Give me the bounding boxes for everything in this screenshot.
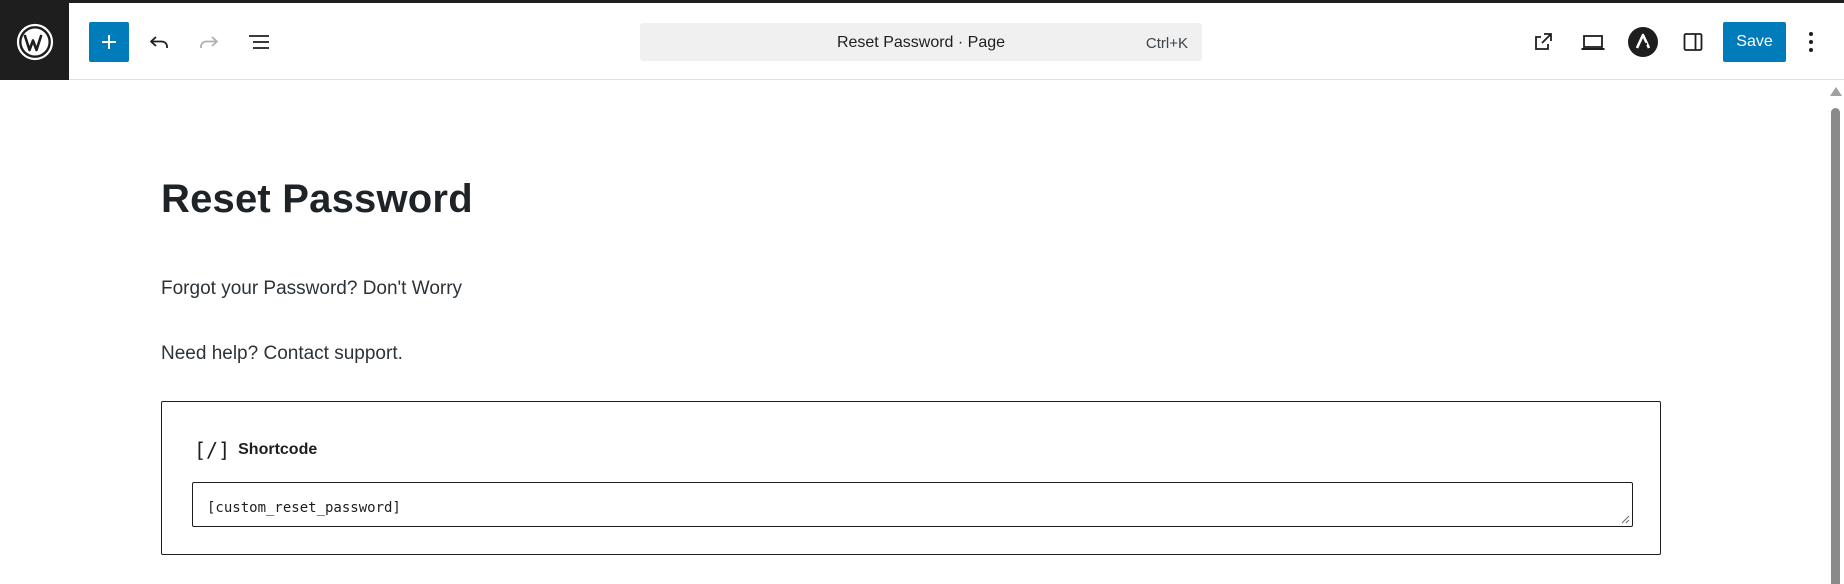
shortcode-value: [custom_reset_password] <box>207 500 401 516</box>
shortcode-icon: [/] <box>194 438 231 462</box>
shortcode-textarea[interactable]: [custom_reset_password] <box>192 482 1633 527</box>
paragraph-block[interactable]: Need help? Contact support. <box>161 343 403 365</box>
command-palette-bar[interactable]: Reset Password · Page Ctrl+K <box>640 23 1202 61</box>
options-menu-button[interactable] <box>1796 22 1826 62</box>
vertical-scrollbar[interactable] <box>1826 81 1844 584</box>
editor-canvas[interactable]: Reset Password Forgot your Password? Don… <box>0 81 1826 584</box>
shortcode-block-title: Shortcode <box>238 441 318 458</box>
redo-icon <box>200 36 218 48</box>
resize-handle-icon[interactable] <box>1620 514 1630 524</box>
scroll-up-arrow-icon[interactable] <box>1830 87 1842 96</box>
redo-button[interactable] <box>189 22 229 62</box>
shortcode-block-label: [/] Shortcode <box>194 438 317 462</box>
block-inserter-button[interactable] <box>89 22 129 62</box>
document-title: Reset Password · Page <box>836 34 1006 51</box>
settings-sidebar-button[interactable] <box>1673 22 1713 62</box>
laptop-icon <box>1581 35 1605 50</box>
view-page-button[interactable] <box>1523 22 1563 62</box>
preview-button[interactable] <box>1573 22 1613 62</box>
undo-icon <box>150 36 168 48</box>
paragraph-block[interactable]: Forgot your Password? Don't Worry <box>161 278 462 300</box>
command-shortcut-hint: Ctrl+K <box>1145 35 1188 52</box>
more-vertical-icon <box>1809 32 1813 52</box>
astra-plugin-button[interactable] <box>1623 22 1663 62</box>
list-view-icon <box>249 35 269 49</box>
post-title[interactable]: Reset Password <box>161 177 473 222</box>
plus-icon <box>102 35 116 49</box>
save-button[interactable]: Save <box>1723 22 1786 62</box>
external-link-icon <box>1535 33 1552 50</box>
undo-button[interactable] <box>139 22 179 62</box>
editor-header: Reset Password · Page Ctrl+K Save <box>0 3 1844 80</box>
sidebar-toggle-icon <box>1683 33 1703 51</box>
document-overview-button[interactable] <box>239 22 279 62</box>
astra-icon <box>1628 27 1658 57</box>
scrollbar-thumb[interactable] <box>1831 108 1840 584</box>
shortcode-block[interactable]: [/] Shortcode [custom_reset_password] <box>161 401 1661 555</box>
wordpress-logo-icon[interactable] <box>0 3 69 80</box>
